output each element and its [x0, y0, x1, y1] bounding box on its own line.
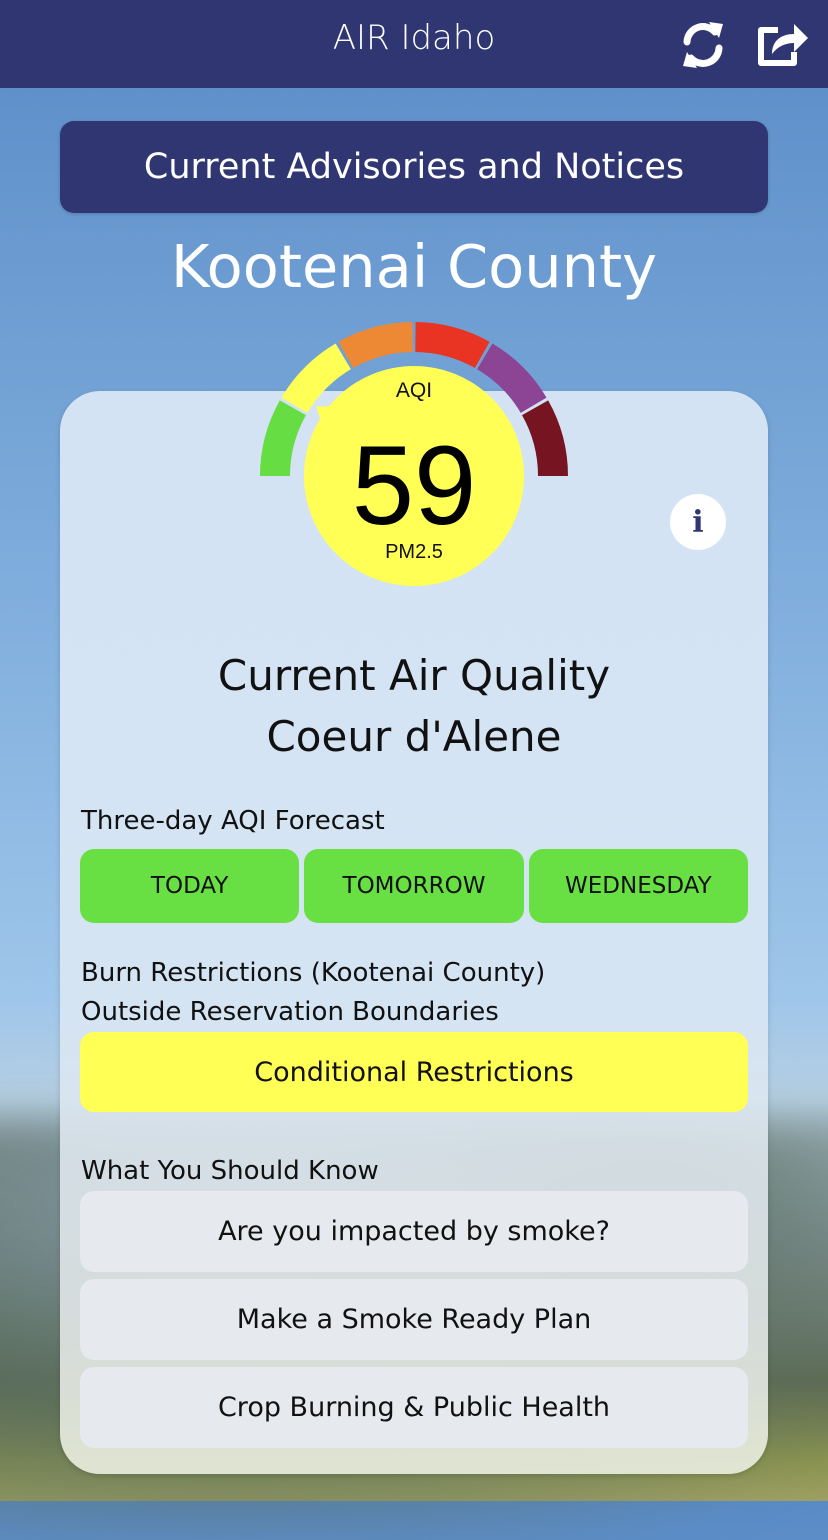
burn-status-button[interactable]: Conditional Restrictions — [80, 1032, 748, 1112]
crop-burning-button[interactable]: Crop Burning & Public Health — [80, 1367, 748, 1448]
pollutant-label: PM2.5 — [385, 541, 443, 563]
location-name: Coeur d'Alene — [266, 712, 562, 761]
share-icon — [758, 24, 808, 66]
what-you-should-know-heading: What You Should Know — [81, 1156, 379, 1186]
info-button[interactable]: i — [670, 494, 726, 550]
refresh-icon — [683, 22, 723, 68]
gauge-segment-unhealthy — [415, 322, 490, 368]
info-icon: i — [692, 504, 704, 540]
share-button[interactable] — [752, 16, 808, 72]
forecast-row: TODAY TOMORROW WEDNESDAY — [80, 849, 748, 923]
aqi-label: AQI — [396, 379, 432, 402]
aqi-value: 59 — [352, 423, 477, 548]
forecast-wednesday-button[interactable]: WEDNESDAY — [528, 849, 748, 923]
refresh-button[interactable] — [675, 16, 731, 72]
current-air-quality-title: Current Air Quality — [217, 651, 611, 700]
smoke-impact-button[interactable]: Are you impacted by smoke? — [80, 1191, 748, 1272]
forecast-heading: Three-day AQI Forecast — [81, 806, 385, 836]
gauge-segment-good — [260, 400, 306, 476]
gauge-segment-hazardous — [522, 400, 568, 476]
burn-restrictions-subheading: Outside Reservation Boundaries — [81, 997, 499, 1027]
current-air-quality-heading: Current Air Quality Coeur d'Alene — [0, 645, 828, 767]
smoke-ready-plan-button[interactable]: Make a Smoke Ready Plan — [80, 1279, 748, 1360]
aqi-gauge: AQI 59 PM2.5 — [260, 322, 568, 586]
advisories-button[interactable]: Current Advisories and Notices — [60, 121, 768, 213]
forecast-tomorrow-button[interactable]: TOMORROW — [304, 849, 524, 923]
gauge-segment-unhealthy-for-sensitive-groups — [338, 322, 413, 368]
county-title: Kootenai County — [170, 232, 658, 301]
forecast-today-button[interactable]: TODAY — [80, 849, 300, 923]
burn-restrictions-heading: Burn Restrictions (Kootenai County) — [81, 958, 546, 988]
app-header: AIR Idaho — [0, 0, 828, 88]
